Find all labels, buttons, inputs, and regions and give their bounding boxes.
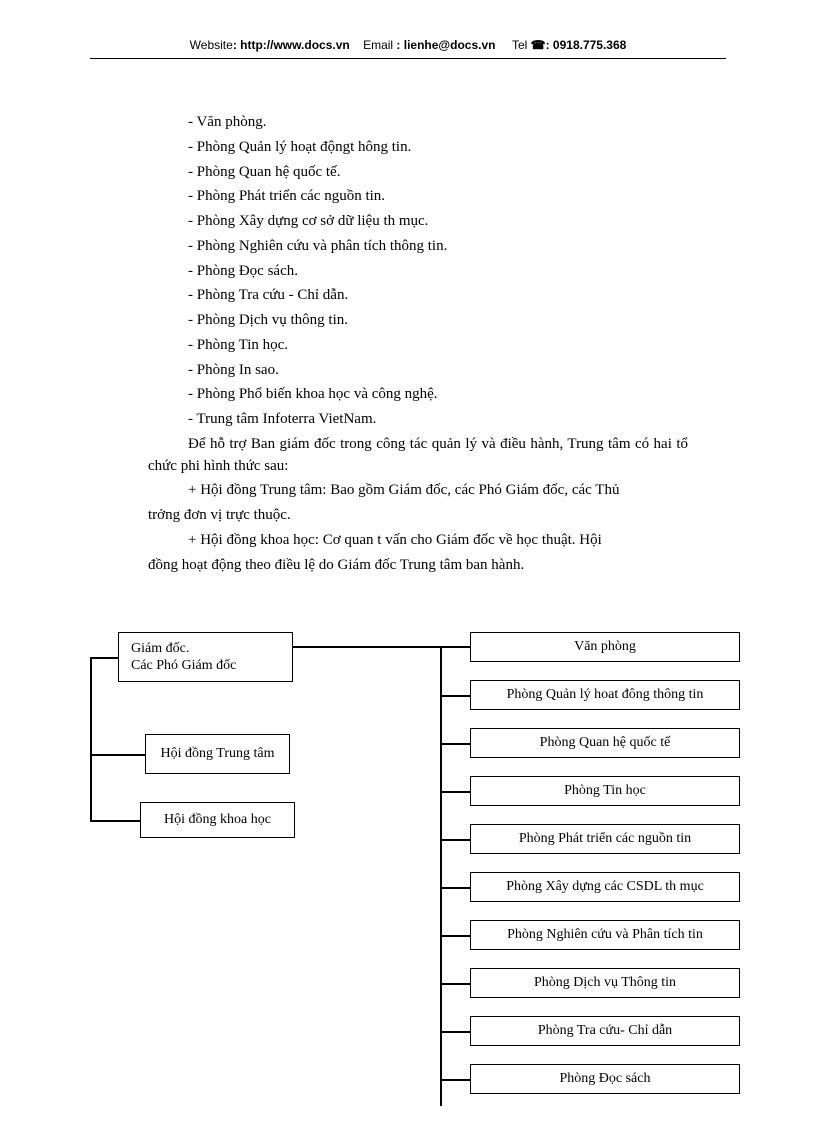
connector-line: [440, 983, 470, 985]
connector-line: [440, 839, 470, 841]
connector-line: [90, 820, 140, 822]
list-item: - Phòng Phổ biến khoa học và công nghệ.: [148, 384, 688, 406]
paragraph-plus: + Hội đồng khoa học: Cơ quan t vấn cho G…: [148, 530, 688, 552]
connector-line: [440, 1079, 470, 1081]
org-chart: Giám đốc. Các Phó Giám đốc Hội đồng Trun…: [90, 632, 740, 1112]
connector-line: [440, 935, 470, 937]
org-box-council-center: Hội đồng Trung tâm: [145, 734, 290, 774]
list-item: - Phòng In sao.: [148, 360, 688, 382]
list-item: - Phòng Dịch vụ thông tin.: [148, 310, 688, 332]
connector-line: [440, 646, 470, 648]
list-item: - Phòng Quan hệ quốc tế.: [148, 162, 688, 184]
org-box-dept: Phòng Tra cứu- Chỉ dẫn: [470, 1016, 740, 1046]
connector-line: [90, 754, 145, 756]
website-label: Website: [190, 38, 233, 52]
list-item: - Phòng Phát triển các nguồn tin.: [148, 186, 688, 208]
paragraph-plus-cont: trởng đơn vị trực thuộc.: [148, 505, 688, 527]
list-item: - Phòng Đọc sách.: [148, 261, 688, 283]
org-box-director: Giám đốc. Các Phó Giám đốc: [118, 632, 293, 682]
org-box-dept: Phòng Quản lý hoat đông thông tin: [470, 680, 740, 710]
connector-line: [90, 657, 118, 659]
org-box-dept: Văn phòng: [470, 632, 740, 662]
list-item: - Phòng Quản lý hoạt độngt hông tin.: [148, 137, 688, 159]
org-box-dept: Phòng Dịch vụ Thông tin: [470, 968, 740, 998]
org-box-dept: Phòng Phát triển các nguồn tin: [470, 824, 740, 854]
page-header: Website: http://www.docs.vn Email : lien…: [90, 38, 726, 59]
list-item: - Phòng Tra cứu - Chỉ dẫn.: [148, 285, 688, 307]
phone-icon: ☎: [531, 38, 546, 52]
tel-number: 0918.775.368: [553, 38, 626, 52]
list-item: - Văn phòng.: [148, 112, 688, 134]
paragraph: Để hỗ trợ Ban giám đốc trong công tác qu…: [148, 434, 688, 478]
email-address: lienhe@docs.vn: [404, 38, 496, 52]
body-text: - Văn phòng. - Phòng Quản lý hoạt độngt …: [148, 112, 688, 579]
connector-line: [440, 646, 442, 1106]
org-box-dept: Phòng Nghiên cứu và Phân tích tin: [470, 920, 740, 950]
list-item: - Phòng Xây dựng cơ sở dữ liệu th mục.: [148, 211, 688, 233]
list-item: - Trung tâm Infoterra VietNam.: [148, 409, 688, 431]
connector-line: [293, 646, 440, 648]
paragraph-plus: + Hội đồng Trung tâm: Bao gồm Giám đốc, …: [148, 480, 688, 502]
tel-label: Tel: [512, 38, 527, 52]
connector-line: [440, 743, 470, 745]
email-label: Email: [363, 38, 393, 52]
connector-line: [440, 695, 470, 697]
connector-line: [440, 887, 470, 889]
org-box-dept: Phòng Tin học: [470, 776, 740, 806]
org-box-dept: Phòng Đọc sách: [470, 1064, 740, 1094]
website-url: http://www.docs.vn: [240, 38, 350, 52]
org-box-dept: Phòng Xây dựng các CSDL th mục: [470, 872, 740, 902]
paragraph-plus-cont: đồng hoạt động theo điều lệ do Giám đốc …: [148, 555, 688, 577]
list-item: - Phòng Nghiên cứu và phân tích thông ti…: [148, 236, 688, 258]
connector-line: [440, 1031, 470, 1033]
list-item: - Phòng Tin học.: [148, 335, 688, 357]
org-box-dept: Phòng Quan hệ quốc tế: [470, 728, 740, 758]
org-box-council-science: Hội đồng khoa học: [140, 802, 295, 838]
connector-line: [440, 791, 470, 793]
connector-line: [90, 657, 92, 820]
